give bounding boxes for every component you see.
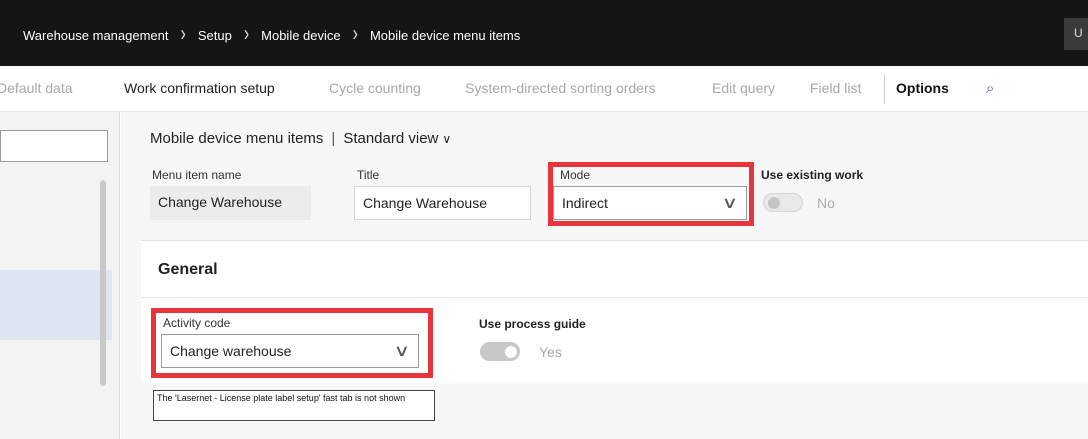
use-existing-work-value: No (817, 195, 835, 211)
breadcrumb-item-menu-items[interactable]: Mobile device menu items (370, 28, 520, 43)
filter-input[interactable] (0, 130, 108, 162)
action-default-data[interactable]: Default data (0, 80, 73, 96)
action-edit-query[interactable]: Edit query (712, 80, 775, 96)
page-title: Mobile device menu items (150, 130, 324, 147)
use-existing-work-label: Use existing work (761, 168, 864, 182)
action-divider (884, 74, 885, 104)
action-cycle-counting[interactable]: Cycle counting (329, 80, 421, 96)
use-process-guide-toggle[interactable] (480, 342, 520, 361)
annotation-note: The 'Lasernet - License plate label setu… (153, 390, 435, 421)
breadcrumb-item-mobile-device[interactable]: Mobile device (261, 28, 341, 43)
view-header: Mobile device menu items | Standard view ∨ (150, 130, 451, 147)
view-selector[interactable]: Standard view (343, 130, 438, 147)
chevron-right-icon: › (180, 22, 186, 47)
activity-code-highlight-box (151, 308, 433, 378)
action-work-confirmation-setup[interactable]: Work confirmation setup (124, 80, 275, 96)
chevron-right-icon: › (243, 22, 250, 47)
use-process-guide-value: Yes (539, 344, 562, 360)
top-nav-bar: Warehouse management › Setup › Mobile de… (0, 0, 1088, 66)
menu-item-name-label: Menu item name (152, 168, 242, 182)
menu-item-name-field[interactable]: Change Warehouse (150, 186, 311, 220)
use-existing-work-toggle[interactable] (763, 193, 803, 212)
breadcrumb: Warehouse management › Setup › Mobile de… (23, 22, 520, 46)
title-label: Title (357, 168, 380, 182)
list-item-selected[interactable] (0, 270, 112, 340)
user-avatar[interactable]: U (1064, 18, 1088, 50)
search-icon[interactable]: ⌕ (986, 80, 994, 97)
mode-highlight-box (548, 162, 754, 226)
title-separator: | (331, 130, 336, 147)
action-system-directed-sorting-orders[interactable]: System-directed sorting orders (465, 80, 656, 96)
list-scrollbar[interactable] (100, 180, 106, 386)
general-fasttab-header[interactable]: General (158, 261, 218, 279)
toggle-knob (768, 197, 780, 209)
toggle-knob (505, 346, 517, 358)
breadcrumb-item-setup[interactable]: Setup (198, 28, 232, 43)
chevron-right-icon: › (352, 22, 358, 47)
action-options[interactable]: Options (896, 80, 949, 96)
title-field[interactable]: Change Warehouse (354, 186, 531, 220)
use-process-guide-label: Use process guide (479, 317, 586, 331)
breadcrumb-item-warehouse-management[interactable]: Warehouse management (23, 28, 169, 43)
action-field-list[interactable]: Field list (810, 80, 861, 96)
action-pane: Default data Work confirmation setup Cyc… (0, 66, 1088, 112)
list-pane (0, 112, 120, 439)
fasttab-divider (141, 297, 1088, 298)
chevron-down-icon[interactable]: ∨ (442, 132, 451, 146)
